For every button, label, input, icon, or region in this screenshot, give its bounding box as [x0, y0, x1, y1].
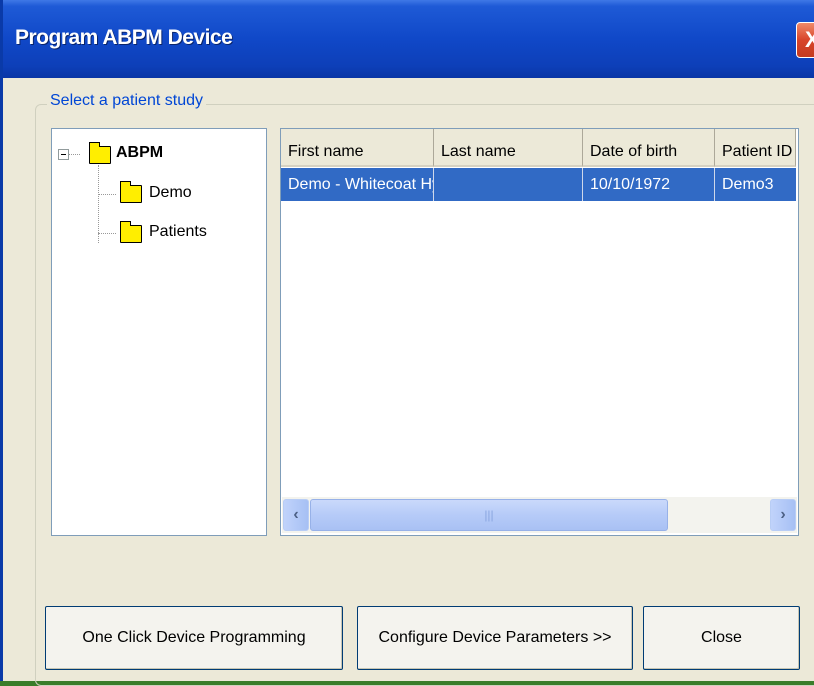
tree-item-demo[interactable]: Demo	[149, 184, 192, 202]
patient-list[interactable]: First name Last name Date of birth Patie…	[280, 128, 799, 536]
scroll-right-button[interactable]: ›	[770, 499, 796, 531]
column-header-last-name[interactable]: Last name	[434, 129, 583, 167]
folder-icon	[120, 221, 142, 243]
folder-tree[interactable]: ABPM Demo Patients	[51, 128, 267, 536]
close-icon: X	[805, 27, 814, 52]
column-header-first-name[interactable]: First name	[281, 129, 434, 167]
scroll-left-button[interactable]: ‹	[283, 499, 309, 531]
horizontal-scrollbar[interactable]: ‹ ||| ›	[282, 497, 797, 533]
folder-open-icon	[120, 181, 142, 203]
tree-item-abpm[interactable]: ABPM	[116, 144, 163, 162]
configure-parameters-button[interactable]: Configure Device Parameters >>	[357, 606, 633, 670]
window-title: Program ABPM Device	[15, 26, 233, 49]
collapse-toggle[interactable]	[58, 149, 69, 160]
chevron-right-icon: ›	[780, 506, 786, 523]
cell-last-name	[434, 168, 583, 201]
program-abpm-dialog: Program ABPM Device X Select a patient s…	[0, 0, 814, 686]
one-click-programming-button[interactable]: One Click Device Programming	[45, 606, 343, 670]
close-window-button[interactable]: X	[796, 22, 814, 58]
tree-item-patients[interactable]: Patients	[149, 223, 207, 241]
column-header-patient-id[interactable]: Patient ID	[715, 129, 796, 167]
grip-icon: |||	[484, 508, 494, 522]
title-bar[interactable]: Program ABPM Device X	[3, 0, 814, 78]
scroll-thumb[interactable]: |||	[310, 499, 668, 531]
cell-patient-id: Demo3	[722, 176, 774, 193]
column-header-date-of-birth[interactable]: Date of birth	[583, 129, 715, 167]
cell-first-name: Demo - Whitecoat Hyp	[281, 168, 434, 201]
group-label: Select a patient study	[47, 92, 206, 110]
close-button[interactable]: Close	[643, 606, 800, 670]
cell-date-of-birth: 10/10/1972	[583, 168, 715, 201]
chevron-left-icon: ‹	[293, 506, 299, 523]
folder-icon	[89, 142, 111, 164]
